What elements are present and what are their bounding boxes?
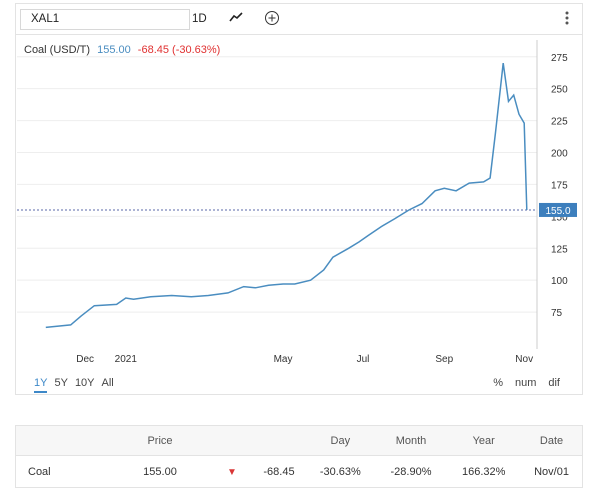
- y-tick-label: 75: [551, 308, 563, 319]
- quote-year: 166.32%: [461, 465, 506, 478]
- quote-header-cell: Day: [305, 425, 376, 456]
- quote-header-cell: [253, 425, 305, 456]
- mode-percent[interactable]: %: [493, 377, 503, 389]
- x-tick-label: Jul: [357, 354, 370, 365]
- quote-row[interactable]: Coal 155.00 ▼ -68.45 -30.63% -28.90% 166…: [16, 456, 583, 488]
- mode-num[interactable]: num: [515, 377, 536, 389]
- down-arrow-icon: ▼: [227, 466, 237, 478]
- y-tick-label: 275: [551, 53, 568, 64]
- x-tick-label: Sep: [435, 354, 453, 365]
- quote-day: -30.63%: [319, 465, 361, 478]
- range-10y[interactable]: 10Y: [75, 377, 95, 389]
- range-1y[interactable]: 1Y: [34, 377, 48, 393]
- series-line: [45, 62, 528, 329]
- quote-header-cell: Date: [521, 425, 583, 456]
- chart-widget: XAL1 1D Coal (USD/T) 155.00 -68.45 (-30.…: [15, 3, 583, 395]
- quote-header-cell: [15, 425, 109, 456]
- x-tick-label: 2021: [115, 354, 138, 365]
- y-tick-label: 200: [551, 149, 568, 160]
- y-tick-label: 225: [551, 117, 568, 128]
- mode-dif[interactable]: dif: [548, 377, 560, 389]
- x-tick-label: Nov: [515, 354, 533, 365]
- quote-header-cell: Month: [375, 425, 447, 456]
- y-tick-label: 100: [551, 276, 568, 287]
- quote-change: -68.45: [263, 465, 295, 478]
- mode-selector: % num dif: [481, 377, 560, 389]
- quote-table: Price Day Month Year Date Coal 155.00 ▼ -68.…: [15, 425, 583, 488]
- quote-price: 155.00: [143, 465, 177, 478]
- quote-name: Coal: [28, 465, 51, 478]
- last-value-label: 155.0: [545, 206, 570, 217]
- quote-header-cell: Price: [109, 425, 211, 456]
- quote-header-cell: [211, 425, 253, 456]
- quote-header-cell: Year: [446, 425, 522, 456]
- y-tick-label: 250: [551, 85, 568, 96]
- y-tick-label: 175: [551, 180, 568, 191]
- quote-header-row: Price Day Month Year Date: [15, 425, 583, 456]
- price-chart[interactable]: 75100125150175200225250275Dec 2021 May Jul S…: [16, 4, 582, 369]
- x-tick-label: Dec: [76, 354, 94, 365]
- quote-month: -28.90%: [390, 465, 432, 478]
- y-tick-label: 125: [551, 244, 568, 255]
- quote-date: Nov/01: [534, 465, 569, 478]
- range-selector: 1Y 5Y 10Y All: [34, 377, 121, 393]
- range-5y[interactable]: 5Y: [54, 377, 67, 389]
- range-all[interactable]: All: [102, 377, 114, 389]
- x-tick-label: May: [274, 354, 293, 365]
